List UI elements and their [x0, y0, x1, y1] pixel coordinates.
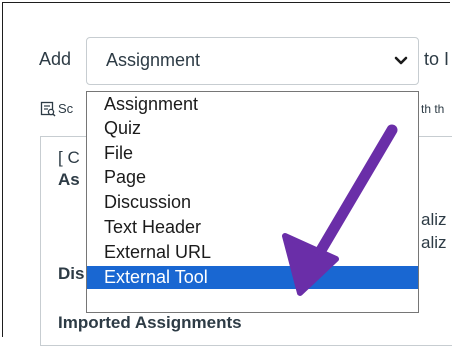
module-text-right-1: aliz [421, 210, 447, 229]
search-icon [40, 101, 56, 117]
imported-assignments-heading: Imported Assignments [58, 313, 242, 332]
module-bracket-text: [ C [58, 148, 80, 167]
option-file[interactable]: File [87, 142, 418, 165]
option-quiz[interactable]: Quiz [87, 117, 418, 140]
module-heading-fragment: As [58, 170, 80, 189]
option-text-header[interactable]: Text Header [87, 216, 418, 239]
option-assignment[interactable]: Assignment [87, 93, 418, 116]
select-dropdown-list: Assignment Quiz File Page Discussion Tex… [86, 91, 419, 313]
option-page[interactable]: Page [87, 166, 418, 189]
select-value: Assignment [106, 50, 201, 70]
module-text-right-2: aliz [421, 233, 447, 252]
module-item-type-select[interactable]: Assignment [86, 37, 419, 85]
add-label: Add [39, 49, 72, 69]
search-hint-text-right: th th [421, 102, 445, 116]
to-label: to I [424, 49, 450, 69]
chevron-down-icon [394, 56, 408, 65]
option-external-tool[interactable]: External Tool [87, 266, 418, 289]
search-hint-text: Sc [58, 101, 74, 116]
option-external-url[interactable]: External URL [87, 241, 418, 264]
option-discussion[interactable]: Discussion [87, 191, 418, 214]
discussion-heading-fragment: Dis [58, 264, 85, 283]
